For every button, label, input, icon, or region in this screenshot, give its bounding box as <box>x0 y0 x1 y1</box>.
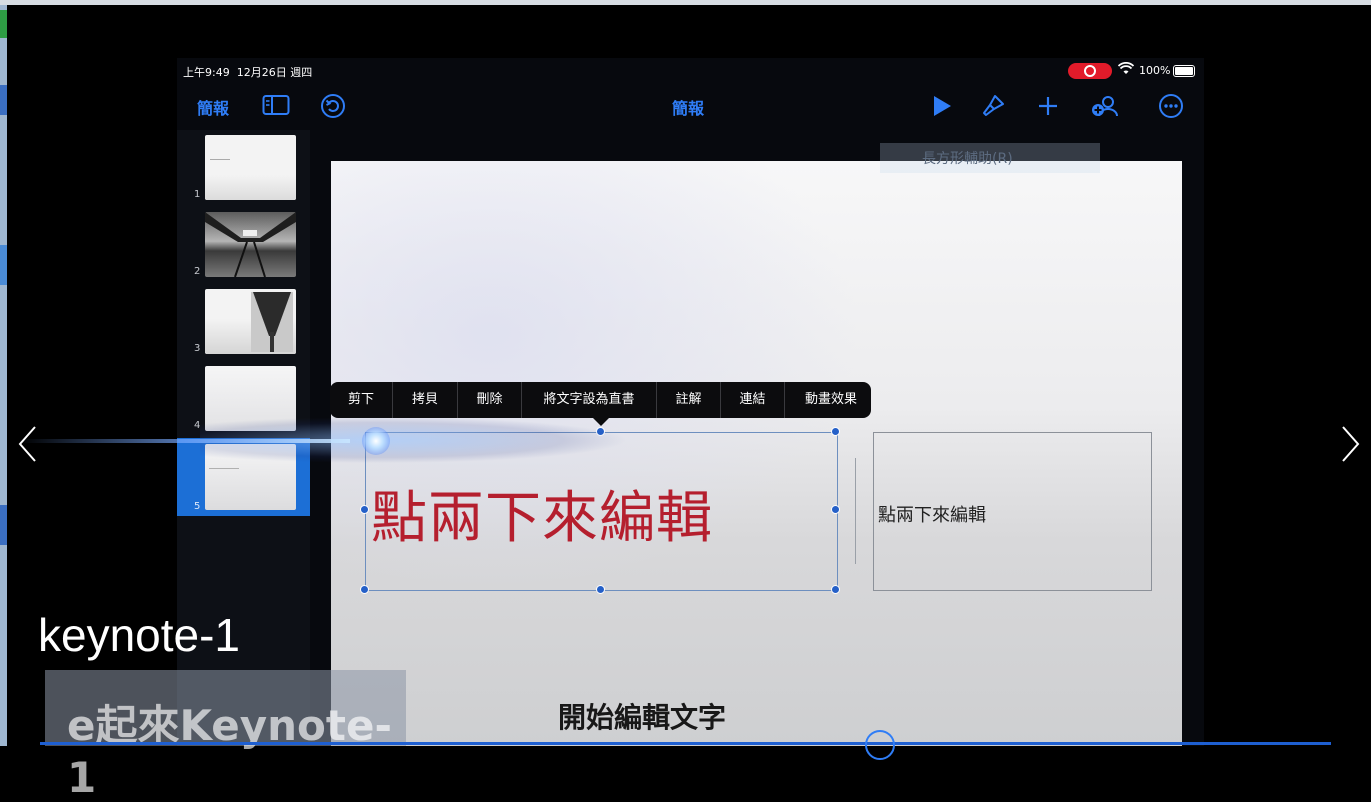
copy-menu-item[interactable]: 拷貝 <box>393 382 458 418</box>
format-brush-icon[interactable] <box>980 93 1006 123</box>
resize-handle-left[interactable] <box>360 505 369 514</box>
sidebar-toggle-icon[interactable] <box>262 94 290 120</box>
animate-menu-item[interactable]: 動畫效果 <box>785 382 877 418</box>
slide-subtitle: 開始編輯文字 <box>558 701 727 734</box>
next-arrow-icon[interactable] <box>1340 424 1362 464</box>
delete-menu-item[interactable]: 刪除 <box>458 382 522 418</box>
slide-number: 2 <box>194 266 201 277</box>
slide-divider <box>855 458 856 564</box>
battery-icon <box>1173 65 1195 77</box>
video-progress-bar[interactable] <box>40 742 1331 745</box>
context-menu-pointer <box>593 418 609 426</box>
back-to-presentations-button[interactable]: 簡報 <box>197 95 229 119</box>
wifi-icon <box>1117 62 1135 79</box>
slide-number: 1 <box>194 189 201 200</box>
slide-thumbnail-4[interactable]: 4 <box>177 361 310 435</box>
slide-number: 3 <box>194 343 201 354</box>
resize-handle-right[interactable] <box>831 505 840 514</box>
background-menu-item: 長方形輔助(R) <box>880 143 1100 173</box>
resize-handle-top[interactable] <box>596 427 605 436</box>
slide-preview <box>205 212 296 277</box>
status-time: 上午9:49 12月26日 週四 <box>183 66 313 79</box>
video-caption: e起來Keynote-1 <box>67 701 392 802</box>
vertical-text-menu-item[interactable]: 將文字設為直書 <box>522 382 657 418</box>
slide-number: 5 <box>194 501 201 512</box>
desktop-left-strip <box>0 5 7 746</box>
status-date: 12月26日 週四 <box>236 66 313 79</box>
resize-handle-top-right[interactable] <box>831 427 840 436</box>
collaborate-icon[interactable] <box>1091 93 1121 123</box>
slide-thumbnail-5[interactable]: 5 <box>177 438 310 516</box>
body-text-box[interactable]: 點兩下來編輯 <box>873 432 1152 591</box>
video-label: keynote-1 <box>38 609 241 661</box>
add-icon[interactable] <box>1036 94 1060 122</box>
play-icon[interactable] <box>931 95 953 121</box>
slide-thumbnail-1[interactable]: 1 <box>177 130 310 204</box>
slide-preview <box>205 289 296 354</box>
video-scrub-handle[interactable] <box>865 730 895 760</box>
slide-preview <box>205 366 296 431</box>
resize-handle-bottom[interactable] <box>596 585 605 594</box>
status-bar: 上午9:49 12月26日 週四 100% <box>177 58 1204 84</box>
slide-preview <box>205 444 296 510</box>
slide-preview <box>205 135 296 200</box>
more-options-icon[interactable] <box>1158 93 1184 123</box>
video-caption-box: e起來Keynote-1 <box>45 670 406 802</box>
cut-menu-item[interactable]: 剪下 <box>330 382 393 418</box>
background-menu-label: 長方形輔助(R) <box>922 151 1013 167</box>
resize-handle-bottom-right[interactable] <box>831 585 840 594</box>
undo-icon[interactable] <box>320 93 346 123</box>
lens-flare-core <box>362 427 390 455</box>
keynote-toolbar: 簡報 簡報 <box>177 84 1204 130</box>
edit-context-menu: 剪下 拷貝 刪除 將文字設為直書 註解 連結 動畫效果 <box>330 382 871 418</box>
window-top-strip <box>0 0 1371 5</box>
body-placeholder[interactable]: 點兩下來編輯 <box>878 501 986 527</box>
title-placeholder[interactable]: 點兩下來編輯 <box>371 473 713 554</box>
resize-handle-bottom-left[interactable] <box>360 585 369 594</box>
slide-thumbnail-2[interactable]: 2 <box>177 207 310 281</box>
document-title: 簡報 <box>672 99 705 118</box>
lens-flare-streak <box>20 439 350 443</box>
slide-number: 4 <box>194 420 201 431</box>
screen-recording-icon[interactable] <box>1068 63 1112 79</box>
slide-thumbnail-3[interactable]: 3 <box>177 284 310 358</box>
comment-menu-item[interactable]: 註解 <box>657 382 721 418</box>
previous-arrow-icon[interactable] <box>16 424 38 464</box>
title-text-box[interactable]: 點兩下來編輯 <box>365 432 838 591</box>
battery-percent: 100% <box>1139 64 1171 77</box>
link-menu-item[interactable]: 連結 <box>721 382 785 418</box>
